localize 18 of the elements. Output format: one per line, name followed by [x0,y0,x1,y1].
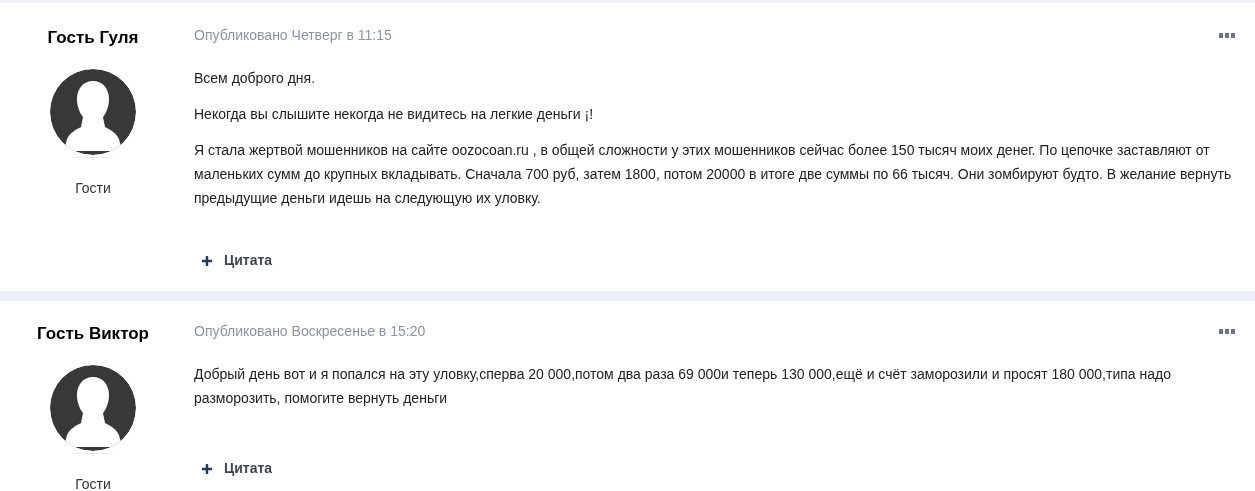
member-group: Гости [75,177,111,199]
author-name[interactable]: Гость Гуля [47,25,139,51]
avatar-icon [50,364,136,451]
post-date: Опубликовано Четверг в 11:15 [194,26,392,45]
plus-icon [202,463,212,474]
author-name[interactable]: Гость Виктор [37,321,149,347]
post-paragraph: Всем доброго дня. [194,69,317,88]
quote-button[interactable]: Цитата [202,250,273,271]
member-group: Гости [75,473,111,491]
post-date: Опубликовано Воскресенье в 15:20 [194,322,426,341]
post-paragraph: Я стала жертвой мошенников на сайте oozocoan.ru , в общей сложности у этих мошенников сейчас более 150 тысяч моих денег. По цепочке заставляют от маленьких сумм до крупных вкладывать. Сначала 700 руб, затем 1800, потом 20000 в итоге две суммы по 66 тысяч. Они зомбируют будто. В желание вернуть предыдущие деньги идешь на следующую их уловку. [194,141,1233,208]
avatar-icon [50,68,136,155]
quote-button[interactable]: Цитата [202,458,273,479]
plus-icon [202,255,212,266]
post-paragraph: Добрый день вот и я попался на эту уловку,сперва 20 000,потом два раза 69 000и теперь 130 000,ещё и счёт заморозили и просят 180 000,типа надо разморозить, помогите вернуть деньги [194,365,1172,408]
more-options-icon[interactable] [1219,33,1235,38]
post-paragraph: Некогда вы слышите некогда не видитесь на легкие деньги ¡! [194,105,595,124]
more-options-icon[interactable] [1219,329,1235,334]
